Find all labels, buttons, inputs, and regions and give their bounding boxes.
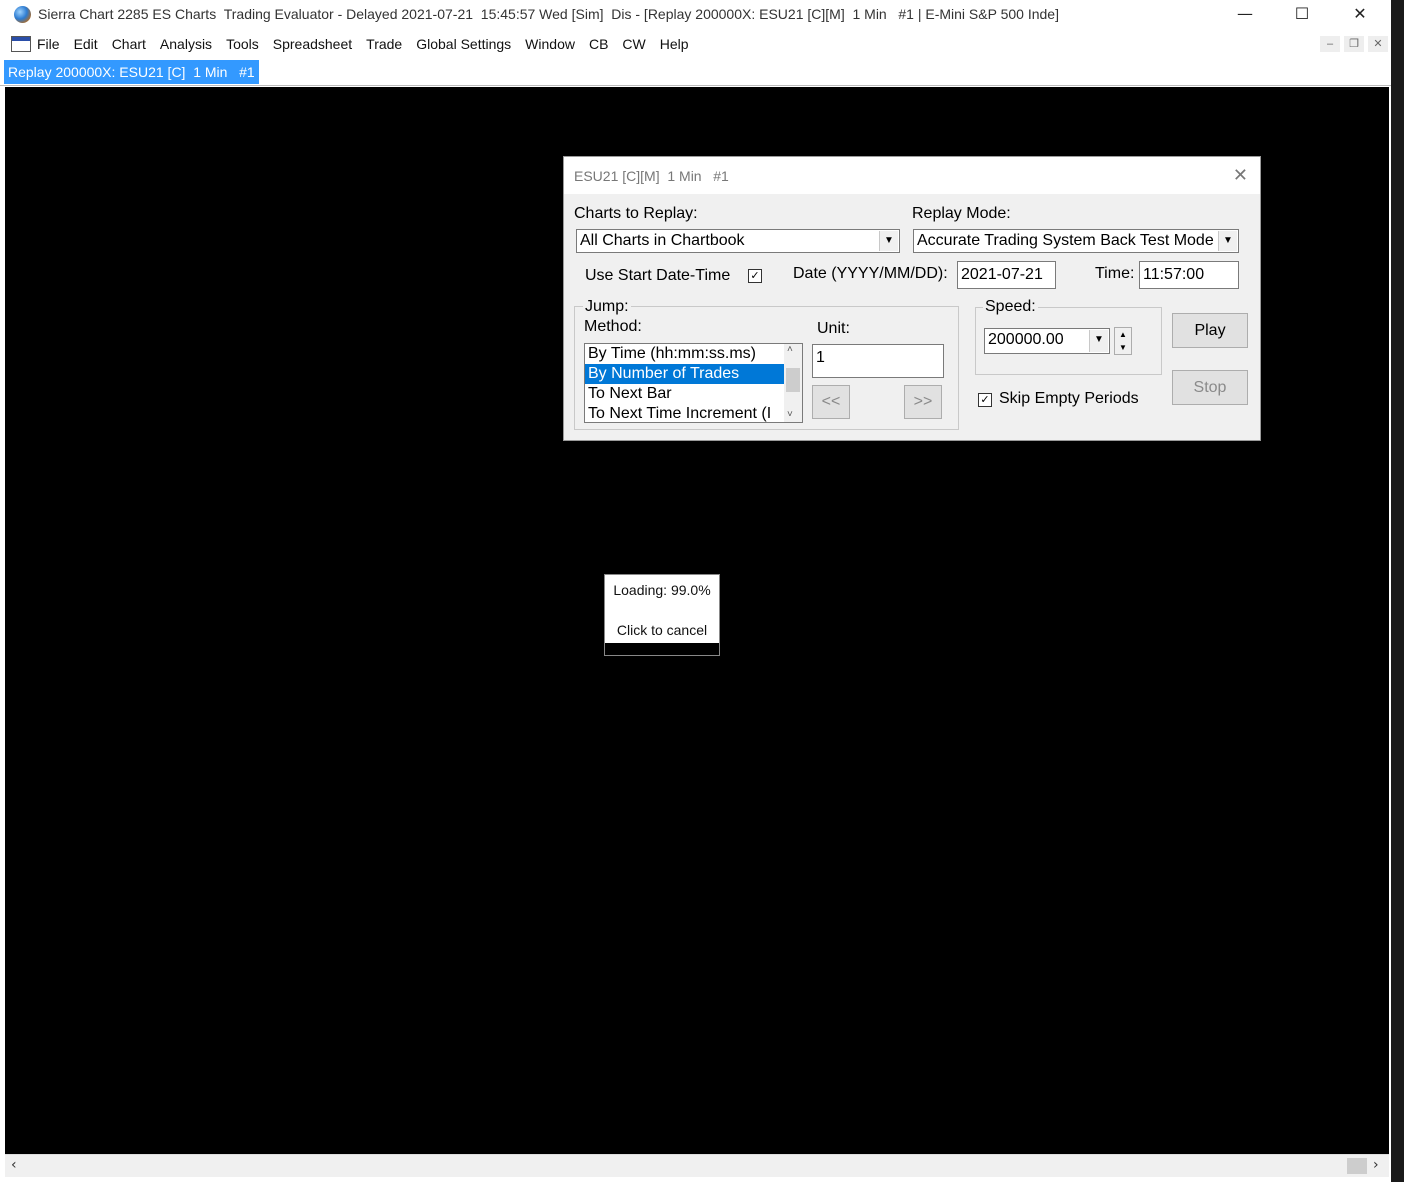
replay-mode-label: Replay Mode:: [912, 205, 1011, 222]
menu-item-file[interactable]: File: [37, 36, 60, 52]
menu-item-chart[interactable]: Chart: [112, 36, 146, 52]
jump-back-button[interactable]: <<: [812, 385, 850, 419]
dialog-title-bar: ESU21 [C][M] 1 Min #1 ✕: [564, 157, 1260, 194]
scroll-up-icon[interactable]: ˄: [787, 344, 793, 355]
method-listbox[interactable]: By Time (hh:mm:ss.ms) By Number of Trades…: [584, 343, 803, 423]
method-list-scrollbar[interactable]: ˄ ˅: [784, 344, 802, 422]
loading-progress-bar: [605, 643, 719, 655]
app-globe-icon: [14, 6, 31, 23]
menu-item-cw[interactable]: CW: [622, 36, 645, 52]
replay-dialog: ESU21 [C][M] 1 Min #1 ✕ Charts to Replay…: [563, 156, 1261, 441]
use-start-datetime-checkbox[interactable]: ✓: [748, 269, 762, 283]
chevron-down-icon[interactable]: ▼: [879, 231, 898, 251]
close-button[interactable]: ✕: [1331, 0, 1389, 30]
menu-item-window[interactable]: Window: [525, 36, 575, 52]
menu-bar: File Edit Chart Analysis Tools Spreadsheet Tra…: [0, 32, 1391, 56]
unit-field[interactable]: 1: [812, 344, 944, 378]
method-list: By Time (hh:mm:ss.ms) By Number of Trades…: [585, 344, 802, 422]
unit-label: Unit:: [817, 320, 850, 337]
menu-item-analysis[interactable]: Analysis: [160, 36, 212, 52]
time-value: 11:57:00: [1143, 266, 1205, 283]
scroll-right-icon[interactable]: ›: [1373, 1157, 1379, 1173]
mdi-close-icon[interactable]: ✕: [1368, 36, 1388, 52]
method-list-item[interactable]: By Time (hh:mm:ss.ms): [585, 344, 802, 364]
charts-to-replay-label: Charts to Replay:: [574, 205, 698, 222]
menu-item-cb[interactable]: CB: [589, 36, 608, 52]
use-start-datetime-label: Use Start Date-Time: [585, 267, 731, 284]
loading-progress-fill: [606, 644, 717, 654]
loading-popup[interactable]: Loading: 99.0% Click to cancel: [604, 574, 720, 656]
scroll-left-icon[interactable]: ‹: [11, 1157, 17, 1173]
maximize-button[interactable]: ☐: [1273, 0, 1331, 30]
menu-item-help[interactable]: Help: [660, 36, 689, 52]
mdi-restore-icon[interactable]: ❐: [1344, 36, 1364, 52]
stop-button[interactable]: Stop: [1172, 370, 1248, 405]
speed-select[interactable]: 200000.00 ▼: [984, 328, 1110, 354]
scroll-down-icon[interactable]: ˅: [787, 409, 793, 420]
scroll-thumb[interactable]: [1347, 1158, 1367, 1174]
unit-value: 1: [816, 349, 825, 366]
date-value: 2021-07-21: [961, 266, 1043, 283]
time-field[interactable]: 11:57:00: [1139, 261, 1239, 289]
time-label: Time:: [1095, 265, 1135, 282]
chevron-down-icon[interactable]: ▼: [1089, 330, 1108, 352]
skip-empty-periods-checkbox[interactable]: ✓: [978, 393, 992, 407]
method-list-item[interactable]: By Number of Trades: [585, 364, 802, 384]
loading-status: Loading: 99.0%: [613, 582, 711, 598]
method-label: Method:: [584, 318, 642, 335]
tab-replay-chart[interactable]: Replay 200000X: ESU21 [C] 1 Min #1: [4, 60, 259, 84]
speed-value: 200000.00: [988, 331, 1064, 348]
menu-item-global-settings[interactable]: Global Settings: [416, 36, 511, 52]
menu-item-spreadsheet[interactable]: Spreadsheet: [273, 36, 352, 52]
menu-item-edit[interactable]: Edit: [74, 36, 98, 52]
horizontal-scrollbar[interactable]: ‹ ›: [5, 1154, 1389, 1177]
speed-spinner[interactable]: ▲ ▼: [1114, 327, 1132, 355]
menu-items: File Edit Chart Analysis Tools Spreadsheet Tra…: [37, 36, 703, 52]
dialog-title: ESU21 [C][M] 1 Min #1: [574, 168, 729, 184]
date-label: Date (YYYY/MM/DD):: [793, 265, 948, 282]
play-button[interactable]: Play: [1172, 313, 1248, 348]
menu-item-trade[interactable]: Trade: [366, 36, 402, 52]
window-title: Sierra Chart 2285 ES Charts Trading Eval…: [38, 6, 1059, 22]
date-field[interactable]: 2021-07-21: [957, 261, 1056, 289]
skip-empty-periods-label: Skip Empty Periods: [999, 390, 1139, 407]
minimize-button[interactable]: —: [1216, 0, 1274, 30]
speed-label: Speed:: [983, 298, 1038, 316]
method-list-thumb[interactable]: [786, 368, 800, 392]
mdi-minimize-icon[interactable]: ‒: [1320, 36, 1340, 52]
menu-item-tools[interactable]: Tools: [226, 36, 259, 52]
charts-to-replay-select[interactable]: All Charts in Chartbook ▼: [576, 229, 900, 253]
method-list-item[interactable]: To Next Time Increment (I: [585, 404, 802, 422]
chart-tab-bar: Replay 200000X: ESU21 [C] 1 Min #1: [0, 57, 1391, 86]
title-bar: Sierra Chart 2285 ES Charts Trading Eval…: [0, 0, 1391, 30]
replay-mode-select[interactable]: Accurate Trading System Back Test Mode ▼: [913, 229, 1239, 253]
replay-mode-value: Accurate Trading System Back Test Mode: [917, 232, 1214, 249]
cancel-loading-link[interactable]: Click to cancel: [605, 622, 719, 638]
method-list-item[interactable]: To Next Bar: [585, 384, 802, 404]
charts-to-replay-value: All Charts in Chartbook: [580, 232, 745, 249]
jump-label: Jump:: [583, 298, 631, 316]
chevron-down-icon[interactable]: ▼: [1218, 231, 1237, 251]
dialog-close-icon[interactable]: ✕: [1233, 165, 1248, 186]
document-icon[interactable]: [11, 36, 31, 52]
jump-forward-button[interactable]: >>: [904, 385, 942, 419]
